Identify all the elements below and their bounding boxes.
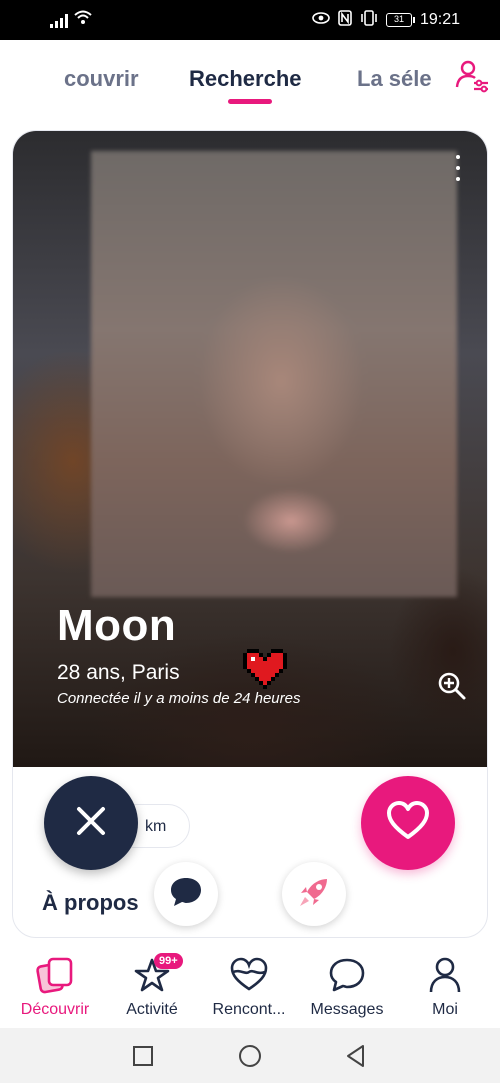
- star-icon: 99+: [132, 953, 183, 995]
- top-tabs: couvrir Recherche La séle: [0, 40, 500, 120]
- nav-item-matches[interactable]: Rencont...: [199, 955, 299, 1019]
- system-nav-bar: [0, 1028, 500, 1083]
- heart-icon: [386, 800, 430, 846]
- profile-age-city: 28 ans, Paris: [57, 661, 180, 684]
- recents-button[interactable]: [130, 1043, 156, 1069]
- distance-unit: km: [145, 818, 167, 835]
- blurred-face: [91, 151, 457, 597]
- matches-heart-icon: [229, 955, 269, 995]
- status-time: 19:21: [419, 11, 460, 28]
- about-title: À propos: [42, 890, 139, 915]
- nav-label-activity: Activité: [126, 1001, 178, 1018]
- tab-selection[interactable]: La séle: [357, 66, 432, 92]
- user-filter-icon: [455, 59, 489, 98]
- nav-item-messages[interactable]: Messages: [297, 955, 397, 1019]
- more-vertical-icon[interactable]: [453, 155, 463, 181]
- message-button[interactable]: [154, 862, 218, 926]
- tab-search[interactable]: Recherche: [189, 66, 302, 92]
- boost-button[interactable]: [282, 862, 346, 926]
- chat-bubble-icon: [327, 955, 367, 995]
- status-bar: 31 19:21: [0, 0, 500, 40]
- signal-icon: [50, 14, 68, 28]
- nav-label-me: Moi: [432, 1001, 458, 1018]
- nav-item-me[interactable]: Moi: [395, 955, 495, 1019]
- home-button[interactable]: [237, 1043, 263, 1069]
- back-button[interactable]: [343, 1043, 369, 1069]
- nav-label-messages: Messages: [310, 1001, 384, 1018]
- active-tab-indicator: [228, 99, 272, 104]
- dislike-button[interactable]: [44, 776, 138, 870]
- nav-label-discover: Découvrir: [20, 1001, 90, 1018]
- status-right: 31 19:21: [312, 10, 460, 30]
- person-icon: [425, 955, 465, 995]
- rocket-icon: [297, 875, 331, 914]
- pixel-heart-sticker: [243, 649, 287, 689]
- nav-item-discover[interactable]: Découvrir: [5, 955, 105, 1019]
- vibrate-icon: [360, 10, 378, 30]
- cards-icon: [35, 955, 75, 995]
- battery-icon: 31: [385, 13, 415, 27]
- nav-label-matches: Rencont...: [212, 1001, 286, 1018]
- chat-icon: [169, 876, 203, 913]
- bottom-nav: Découvrir 99+ Activité Rencont... Messag…: [0, 945, 500, 1028]
- nav-item-activity[interactable]: 99+ Activité: [102, 953, 202, 1019]
- profile-last-seen: Connectée il y a moins de 24 heures: [57, 690, 301, 707]
- tab-discover[interactable]: couvrir: [64, 66, 139, 92]
- status-left: [50, 10, 92, 28]
- zoom-in-icon[interactable]: [437, 671, 467, 701]
- eye-icon: [312, 11, 330, 29]
- nfc-icon: [338, 10, 352, 30]
- wifi-icon: [74, 10, 92, 28]
- close-icon: [74, 804, 108, 843]
- activity-badge: 99+: [154, 953, 183, 969]
- like-button[interactable]: [361, 776, 455, 870]
- filter-button[interactable]: [454, 60, 490, 96]
- profile-name: Moon: [57, 601, 177, 650]
- profile-photo[interactable]: Moon 28 ans, Paris Connectée il y a moin…: [13, 131, 487, 767]
